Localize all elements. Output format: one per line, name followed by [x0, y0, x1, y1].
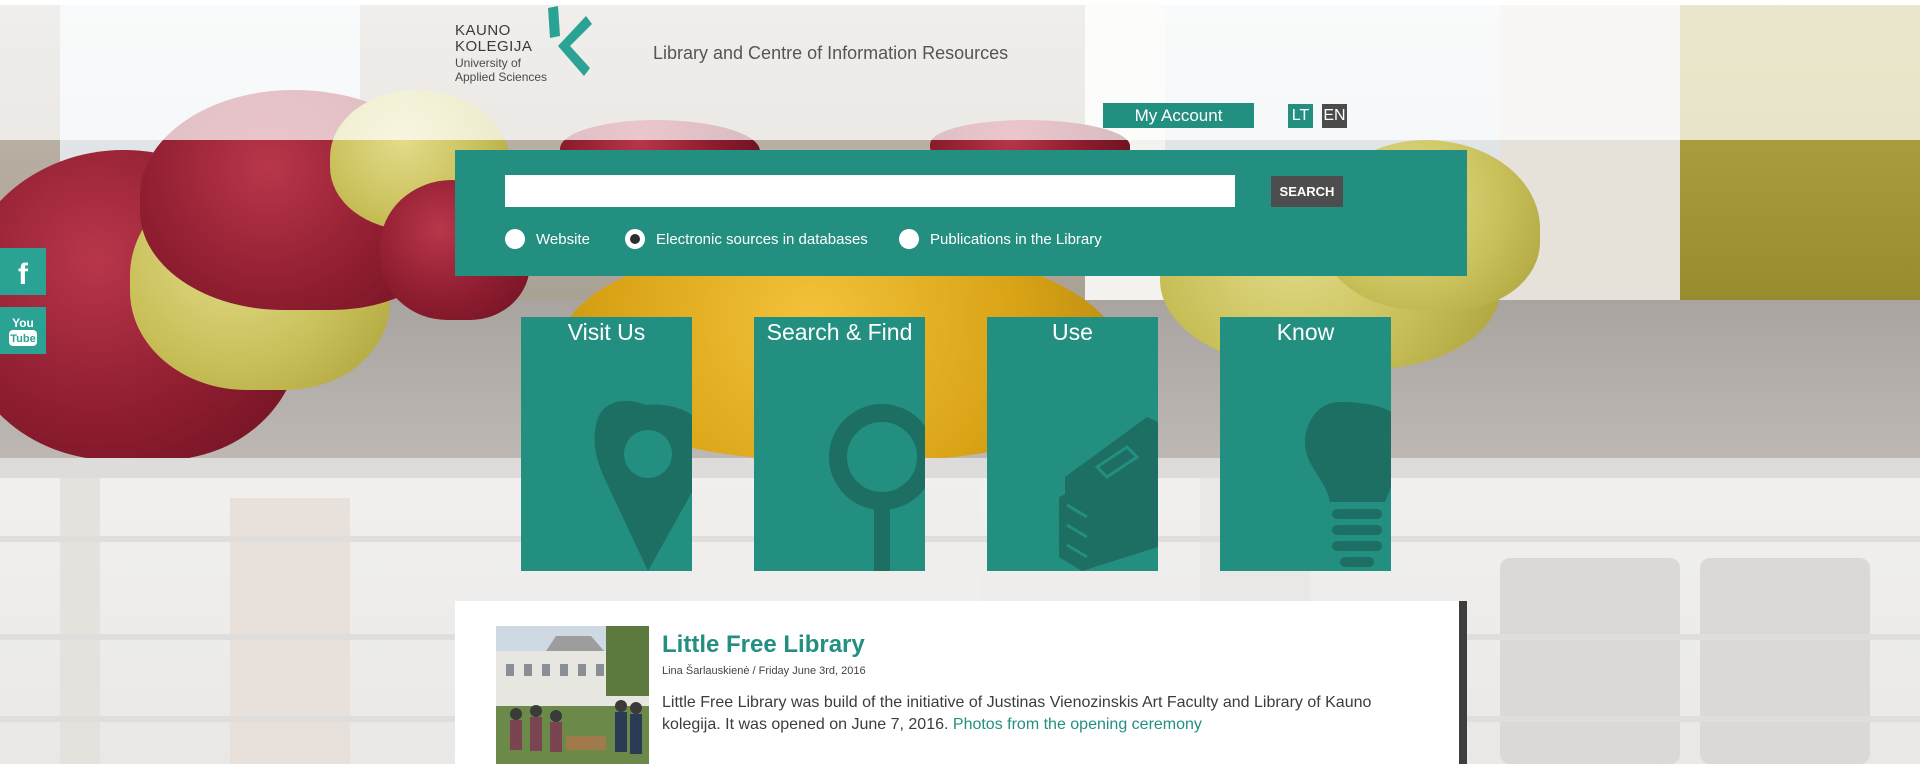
language-lt-button[interactable]: LT [1288, 104, 1313, 128]
logo-line: KAUNO [455, 22, 511, 39]
logo-line: University of [455, 56, 522, 70]
tile-know[interactable]: Know [1220, 317, 1391, 571]
radio-publications[interactable]: Publications in the Library [899, 228, 1102, 250]
language-en-button[interactable]: EN [1322, 104, 1347, 128]
radio-button[interactable] [505, 229, 525, 249]
facebook-glyph: f [18, 258, 29, 291]
tile-use[interactable]: Use [987, 317, 1158, 571]
light-bulb-icon [1305, 402, 1391, 567]
tile-label: Visit Us [567, 319, 646, 345]
news-panel: Little Free Library Lina Šarlauskienė / … [455, 601, 1467, 764]
radio-button[interactable] [899, 229, 919, 249]
radio-label: Website [536, 230, 590, 248]
background-divider [0, 458, 1920, 478]
radio-label: Electronic sources in databases [656, 230, 868, 248]
radio-button[interactable] [625, 229, 645, 249]
logo-k-mark-icon [548, 6, 592, 76]
search-panel: SEARCH Website Electronic sources in dat… [455, 150, 1467, 276]
youtube-icon: You Tube [9, 316, 37, 346]
news-body: Little Free Library was build of the ini… [662, 692, 1422, 736]
header-band [0, 0, 1920, 140]
search-input[interactable] [505, 175, 1235, 207]
tile-label: Use [1052, 319, 1093, 345]
news-meta: Lina Šarlauskienė / Friday June 3rd, 201… [662, 665, 866, 677]
book-stack-icon [1059, 417, 1158, 571]
tile-label: Search & Find [766, 319, 913, 345]
kauno-kolegija-logo[interactable]: KAUNO KOLEGIJA University of Applied Sci… [454, 6, 594, 86]
radio-website[interactable]: Website [505, 228, 590, 250]
search-button[interactable]: SEARCH [1271, 176, 1343, 207]
photos-link[interactable]: Photos from the opening ceremony [953, 716, 1202, 733]
news-photo[interactable] [496, 626, 649, 764]
youtube-link[interactable]: You Tube [0, 307, 46, 354]
radio-label: Publications in the Library [930, 230, 1102, 248]
youtube-glyph: You [12, 316, 34, 330]
facebook-icon: f [18, 258, 29, 291]
facebook-link[interactable]: f [0, 248, 46, 295]
youtube-glyph: Tube [10, 333, 35, 345]
tile-label: Know [1276, 319, 1335, 345]
my-account-button[interactable]: My Account [1103, 103, 1254, 128]
top-strip [0, 0, 1920, 5]
site-subtitle: Library and Centre of Information Resour… [653, 43, 1009, 63]
map-pin-icon [594, 400, 692, 571]
magnifier-icon [829, 404, 925, 571]
news-title-link[interactable]: Little Free Library [662, 631, 865, 659]
tile-visit-us[interactable]: Visit Us [521, 317, 692, 571]
news-photo-image [496, 626, 649, 764]
radio-electronic-sources[interactable]: Electronic sources in databases [625, 228, 868, 250]
tile-search-find[interactable]: Search & Find [754, 317, 925, 571]
logo-line: KOLEGIJA [455, 38, 533, 55]
logo-line: Applied Sciences [455, 70, 548, 84]
